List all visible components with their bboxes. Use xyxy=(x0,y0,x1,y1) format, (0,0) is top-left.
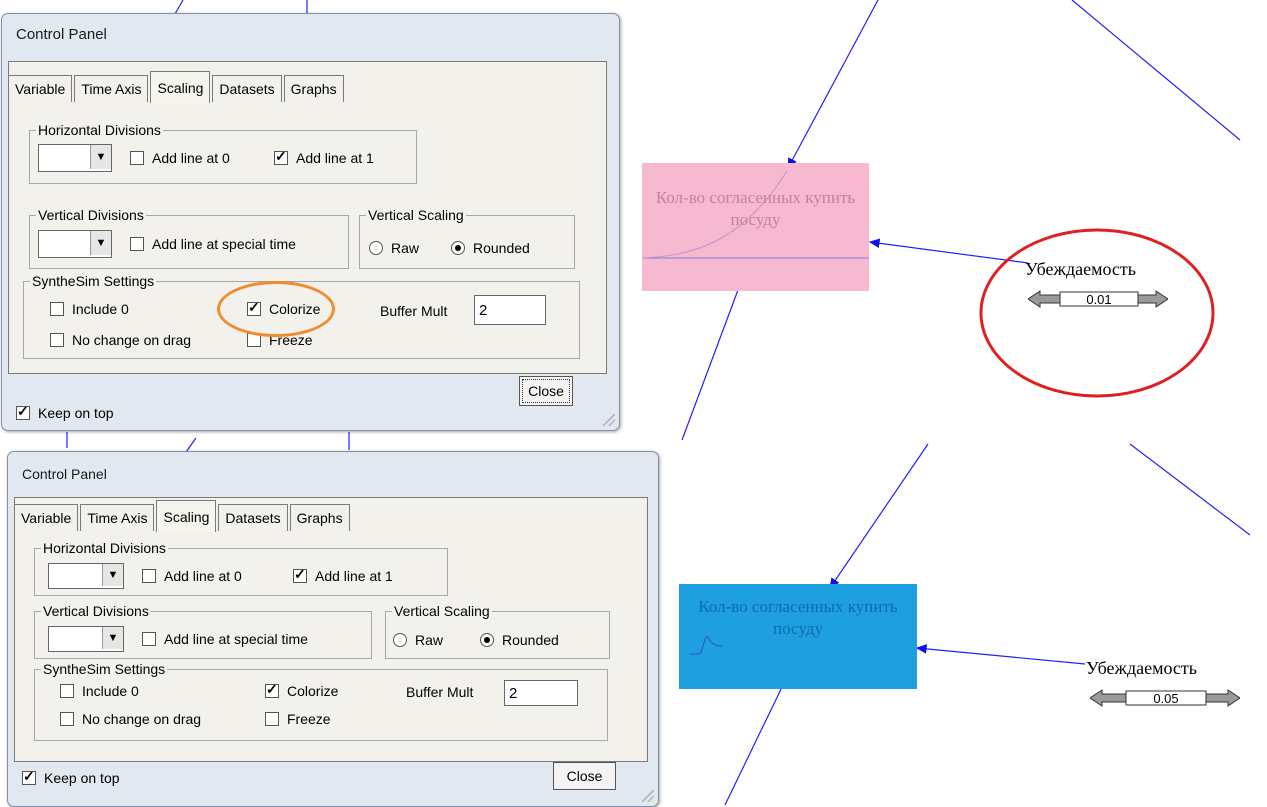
buffer-mult-input[interactable]: 2 xyxy=(474,295,546,325)
no-change-on-drag-checkbox[interactable]: No change on drag xyxy=(50,332,191,348)
add-line-1-checkbox[interactable]: Add line at 1 xyxy=(274,148,374,166)
group-label: Vertical Divisions xyxy=(41,603,151,619)
add-line-0-checkbox[interactable]: Add line at 0 xyxy=(142,568,242,584)
window-title: Control Panel xyxy=(22,466,107,482)
buffer-mult-label: Buffer Mult xyxy=(380,303,448,319)
add-line-special-checkbox[interactable]: Add line at special time xyxy=(142,631,308,647)
variable-slider[interactable]: 0.01 xyxy=(1028,290,1168,308)
tab-strip: Variable Time Axis Scaling Datasets Grap… xyxy=(8,71,346,103)
add-line-0-checkbox[interactable]: Add line at 0 xyxy=(130,150,230,166)
rounded-radio[interactable]: Rounded xyxy=(451,240,530,256)
rounded-radio[interactable]: Rounded xyxy=(480,632,559,648)
stock-label: Кол-во согласенных купить посуду xyxy=(655,188,856,229)
link-line xyxy=(915,644,1086,665)
control-panel-top: Control Panel Variable Time Axis Scaling… xyxy=(1,13,620,431)
raw-radio[interactable]: Raw xyxy=(369,240,419,256)
stock-label: Кол-во согласенных купить посуду xyxy=(698,597,898,638)
keep-on-top-checkbox[interactable]: Keep on top xyxy=(16,403,114,421)
close-button[interactable]: Close xyxy=(519,376,573,406)
link-line xyxy=(681,289,739,441)
tab-datasets[interactable]: Datasets xyxy=(212,75,282,102)
include-0-checkbox[interactable]: Include 0 xyxy=(60,683,139,699)
resize-grip[interactable] xyxy=(642,790,654,802)
slider-value: 0.05 xyxy=(1153,691,1179,706)
tab-datasets[interactable]: Datasets xyxy=(218,504,288,531)
chevron-down-icon: ▼ xyxy=(90,145,111,169)
vertical-divisions-dropdown[interactable]: ▼ xyxy=(38,230,112,258)
tab-time-axis[interactable]: Time Axis xyxy=(74,75,149,102)
buffer-mult-input[interactable]: 2 xyxy=(504,680,578,706)
tab-variable[interactable]: Variable xyxy=(14,504,79,531)
tab-strip: Variable Time Axis Scaling Datasets Grap… xyxy=(14,500,352,532)
window-title: Control Panel xyxy=(16,26,107,43)
no-change-on-drag-checkbox[interactable]: No change on drag xyxy=(60,711,201,727)
link-line xyxy=(724,684,784,805)
slider-value: 0.01 xyxy=(1086,292,1112,307)
link-line xyxy=(185,437,197,453)
resize-grip[interactable] xyxy=(603,414,615,426)
chevron-down-icon: ▼ xyxy=(102,627,123,649)
vertical-divisions-dropdown[interactable]: ▼ xyxy=(48,626,124,652)
tab-scaling[interactable]: Scaling xyxy=(156,500,217,532)
link-line xyxy=(829,443,929,589)
link-line xyxy=(787,0,879,170)
group-label: Horizontal Divisions xyxy=(41,540,168,556)
link-line xyxy=(1129,443,1251,536)
tab-time-axis[interactable]: Time Axis xyxy=(80,504,155,531)
tab-variable[interactable]: Variable xyxy=(8,75,73,102)
chevron-down-icon: ▼ xyxy=(90,231,111,255)
tab-graphs[interactable]: Graphs xyxy=(289,504,350,531)
freeze-checkbox[interactable]: Freeze xyxy=(265,711,331,727)
group-label: SyntheSim Settings xyxy=(41,661,168,677)
group-label: Vertical Scaling xyxy=(392,603,492,619)
group-label: Horizontal Divisions xyxy=(36,122,163,138)
colorize-highlight xyxy=(217,281,335,337)
horizontal-divisions-dropdown[interactable]: ▼ xyxy=(38,144,112,172)
highlight-ellipse xyxy=(979,228,1215,398)
variable-label: Убеждаемость xyxy=(1086,658,1197,678)
control-panel-bottom: Control Panel Variable Time Axis Scaling… xyxy=(7,451,659,807)
group-label: Vertical Divisions xyxy=(36,207,146,223)
add-line-special-checkbox[interactable]: Add line at special time xyxy=(130,236,296,252)
include-0-checkbox[interactable]: Include 0 xyxy=(50,301,129,317)
stock-node[interactable]: Кол-во согласенных купить посуду xyxy=(679,584,917,689)
group-label: SyntheSim Settings xyxy=(30,273,157,289)
tab-graphs[interactable]: Graphs xyxy=(283,75,344,102)
variable-label: Убеждаемость xyxy=(1025,259,1136,279)
group-label: Vertical Scaling xyxy=(366,207,466,223)
link-line xyxy=(174,0,184,15)
chevron-down-icon: ▼ xyxy=(102,564,123,586)
add-line-1-checkbox[interactable]: Add line at 1 xyxy=(293,566,393,584)
variable-slider[interactable]: 0.05 xyxy=(1090,689,1240,707)
tab-scaling[interactable]: Scaling xyxy=(150,71,211,103)
raw-radio[interactable]: Raw xyxy=(393,632,443,648)
keep-on-top-checkbox[interactable]: Keep on top xyxy=(22,768,120,786)
close-button[interactable]: Close xyxy=(553,762,616,790)
colorize-checkbox[interactable]: Colorize xyxy=(265,681,338,699)
stock-node[interactable]: Кол-во согласенных купить посуду xyxy=(642,163,869,291)
buffer-mult-label: Buffer Mult xyxy=(406,684,474,700)
horizontal-divisions-dropdown[interactable]: ▼ xyxy=(48,563,124,589)
link-line xyxy=(868,238,1029,264)
link-line xyxy=(1071,0,1241,141)
